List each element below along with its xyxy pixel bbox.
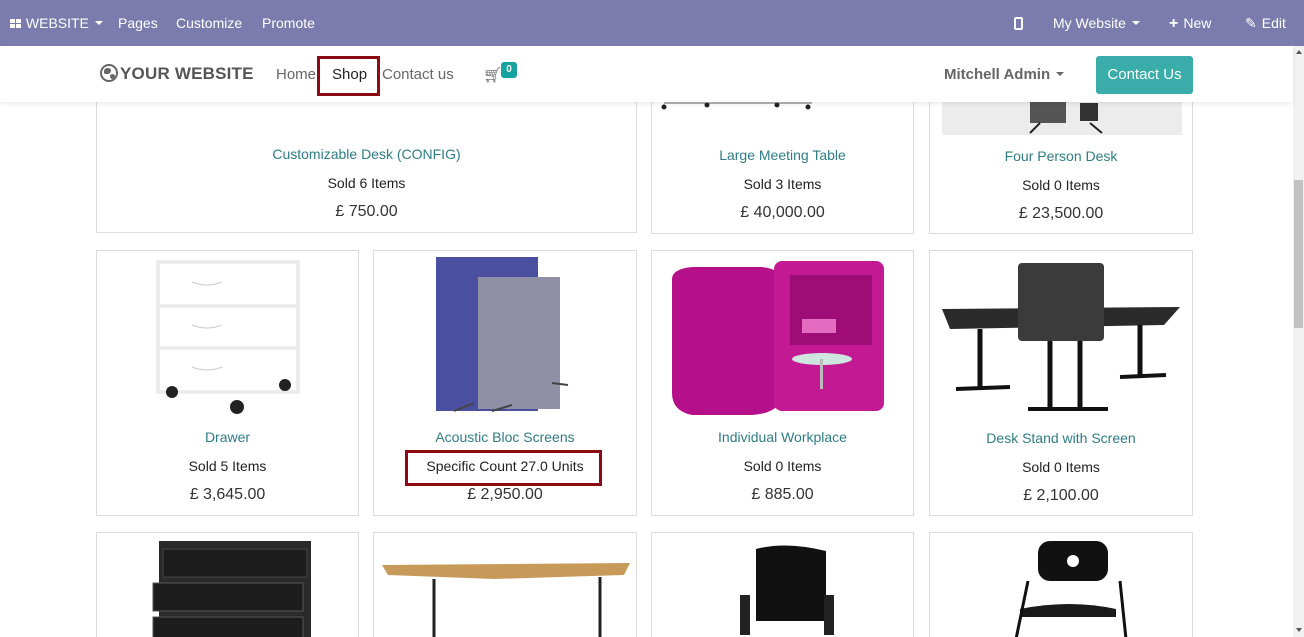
scroll-down-arrow-icon[interactable] <box>1296 628 1302 632</box>
product-name[interactable]: Individual Workplace <box>652 429 913 445</box>
edit-button[interactable]: ✎ Edit <box>1245 0 1286 46</box>
product-sold-count: Sold 0 Items <box>1022 177 1100 193</box>
product-sold-count: Sold 0 Items <box>743 458 822 474</box>
page-scrollbar[interactable] <box>1293 46 1304 637</box>
product-price: £ 3,645.00 <box>189 486 266 503</box>
pencil-icon: ✎ <box>1245 15 1257 31</box>
product-price: £ 750.00 <box>335 203 398 220</box>
product-name[interactable]: Drawer <box>97 429 358 445</box>
user-menu[interactable]: Mitchell Admin <box>944 66 1065 83</box>
product-image-corner-desk[interactable] <box>374 557 637 637</box>
nav-home[interactable]: Home <box>276 66 316 83</box>
contact-us-button[interactable]: Contact Us <box>1096 56 1193 94</box>
menu-customize[interactable]: Customize <box>176 0 242 46</box>
menu-promote[interactable]: Promote <box>262 0 315 46</box>
website-selector[interactable]: My Website <box>1053 0 1140 46</box>
specific-count-highlight-box <box>405 450 602 486</box>
product-card-drawer[interactable]: Drawer Sold 5 Items £ 3,645.00 <box>96 250 359 516</box>
product-sold-count: Sold 5 Items <box>188 458 267 474</box>
product-sold-count: Sold 6 Items <box>327 175 406 191</box>
product-price: £ 2,950.00 <box>467 486 543 503</box>
product-image-drawer[interactable] <box>97 257 359 417</box>
product-image-desk-stand[interactable] <box>930 257 1193 417</box>
product-image-stacking-chair[interactable] <box>930 539 1193 637</box>
mobile-icon <box>1014 17 1023 30</box>
product-image-acoustic-screens[interactable] <box>374 255 637 417</box>
globe-icon <box>100 64 118 82</box>
user-name: Mitchell Admin <box>944 66 1051 83</box>
scrollbar-thumb[interactable] <box>1294 180 1303 328</box>
plus-icon: + <box>1169 15 1179 32</box>
nav-contact-us[interactable]: Contact us <box>382 66 454 83</box>
website-admin-bar: WEBSITE Pages Customize Promote My Websi… <box>0 0 1304 46</box>
apps-grid-icon <box>10 19 22 29</box>
product-card-row3-4[interactable] <box>929 532 1193 637</box>
cart-count-badge: 0 <box>501 62 517 78</box>
product-price: £ 2,100.00 <box>1023 487 1099 504</box>
product-price: £ 23,500.00 <box>1018 205 1104 222</box>
product-price: £ 885.00 <box>751 486 814 503</box>
shop-highlight-box <box>317 56 380 96</box>
product-sold-count: Sold 0 Items <box>1022 459 1100 475</box>
product-image-individual-workplace[interactable] <box>652 259 914 419</box>
product-card-row3-1[interactable] <box>96 532 359 637</box>
chevron-down-icon <box>1056 72 1065 76</box>
product-card-row3-2[interactable] <box>373 532 637 637</box>
product-card-row3-3[interactable] <box>651 532 914 637</box>
new-button[interactable]: + New <box>1169 0 1211 46</box>
chevron-down-icon <box>94 21 103 25</box>
product-card-individual-workplace[interactable]: Individual Workplace Sold 0 Items £ 885.… <box>651 250 914 516</box>
scroll-up-arrow-icon[interactable] <box>1296 50 1302 54</box>
product-name[interactable]: Large Meeting Table <box>652 147 913 163</box>
product-image-office-chair[interactable] <box>652 539 914 637</box>
cart-icon[interactable]: 🛒︎ <box>483 66 502 84</box>
product-sold-count: Sold 3 Items <box>743 176 822 192</box>
product-name[interactable]: Desk Stand with Screen <box>930 430 1192 446</box>
website-selector-label: My Website <box>1053 15 1126 31</box>
site-logo-text: YOUR WEBSITE <box>120 64 254 83</box>
product-name[interactable]: Customizable Desk (CONFIG) <box>97 146 636 162</box>
apps-menu-button[interactable]: WEBSITE <box>10 0 103 46</box>
apps-menu-label: WEBSITE <box>25 15 89 31</box>
product-price: £ 40,000.00 <box>740 204 825 221</box>
product-name[interactable]: Four Person Desk <box>930 148 1192 164</box>
product-card-desk-stand-with-screen[interactable]: Desk Stand with Screen Sold 0 Items £ 2,… <box>929 250 1193 516</box>
mobile-preview-button[interactable] <box>1014 0 1023 46</box>
menu-pages[interactable]: Pages <box>118 0 158 46</box>
edit-label: Edit <box>1261 15 1286 31</box>
new-label: New <box>1183 15 1212 31</box>
website-header: YOUR WEBSITE Home Shop Contact us 🛒︎ 0 M… <box>0 46 1293 102</box>
chevron-down-icon <box>1131 21 1140 25</box>
site-logo[interactable]: YOUR WEBSITE <box>100 64 254 84</box>
product-image-black-drawer[interactable] <box>97 539 359 637</box>
product-name[interactable]: Acoustic Bloc Screens <box>374 429 636 445</box>
